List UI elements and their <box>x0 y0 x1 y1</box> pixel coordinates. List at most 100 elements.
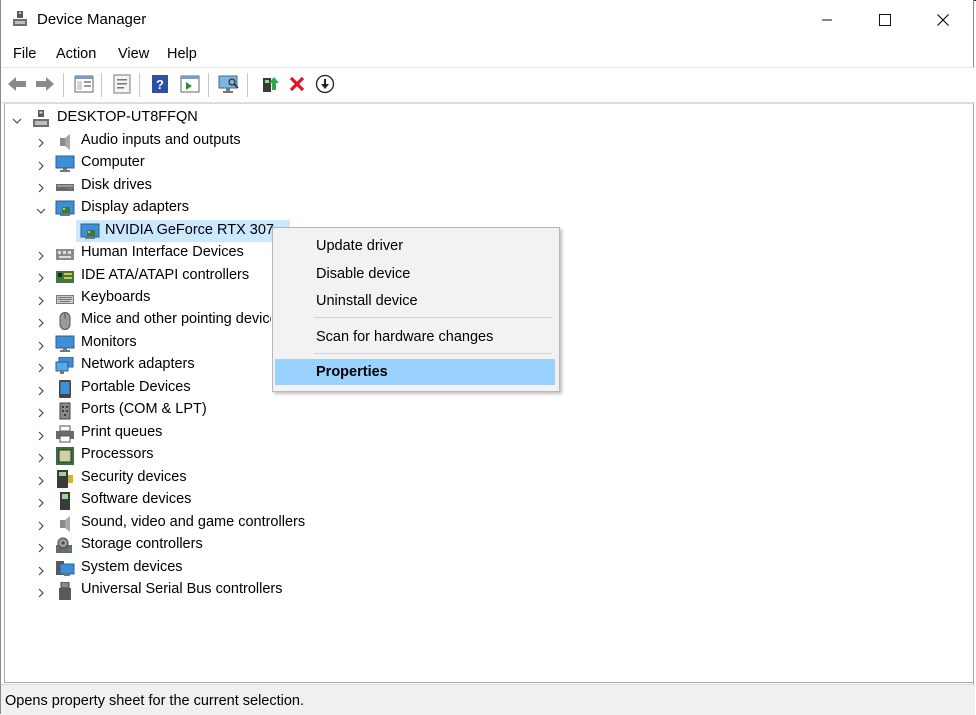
chevron-right-icon[interactable] <box>36 453 46 463</box>
context-menu-separator <box>314 353 552 354</box>
chevron-right-icon[interactable] <box>36 251 46 261</box>
toolbar-separator <box>101 73 102 97</box>
speaker-icon <box>60 516 70 532</box>
tree-item-usb-controllers[interactable]: Universal Serial Bus controllers <box>81 581 282 597</box>
svg-text:?: ? <box>156 77 164 92</box>
minimize-icon <box>822 19 832 21</box>
toolbar: ? <box>1 67 975 103</box>
tree-item-network-adapters[interactable]: Network adapters <box>81 356 195 372</box>
chevron-right-icon[interactable] <box>36 543 46 553</box>
computer-root-icon <box>33 110 49 127</box>
back-button[interactable] <box>6 73 28 95</box>
context-item-label: Disable device <box>316 266 411 282</box>
tree-item-sound-video[interactable]: Sound, video and game controllers <box>81 514 305 530</box>
chevron-right-icon[interactable] <box>36 386 46 396</box>
chevron-right-icon[interactable] <box>36 566 46 576</box>
help-button[interactable]: ? <box>149 73 171 95</box>
chevron-right-icon[interactable] <box>36 476 46 486</box>
chevron-right-icon[interactable] <box>36 521 46 531</box>
tree-item-computer[interactable]: Computer <box>81 154 145 170</box>
tree-item-disk-drives[interactable]: Disk drives <box>81 177 152 193</box>
disk-drive-icon <box>56 184 74 191</box>
tree-item-processors[interactable]: Processors <box>81 446 154 462</box>
chevron-right-icon[interactable] <box>36 138 46 148</box>
tree-item-monitors[interactable]: Monitors <box>81 334 137 350</box>
menu-action[interactable]: Action <box>56 46 96 62</box>
context-item-label: Properties <box>316 364 388 380</box>
menu-file[interactable]: File <box>13 46 36 62</box>
chevron-right-icon[interactable] <box>36 161 46 171</box>
window-title: Device Manager <box>37 11 147 28</box>
tree-item-software-devices[interactable]: Software devices <box>81 491 191 507</box>
tree-item-storage-controllers[interactable]: Storage controllers <box>81 536 203 552</box>
menu-view[interactable]: View <box>118 46 149 62</box>
update-driver-button[interactable] <box>259 73 281 95</box>
show-hide-console-tree-button[interactable] <box>73 73 95 95</box>
context-item-disable-device[interactable]: Disable device <box>275 261 555 287</box>
device-manager-icon <box>13 11 27 26</box>
hid-icon <box>56 249 74 260</box>
device-manager-window: Device Manager File Action View Help ? D… <box>0 0 975 715</box>
tree-item-nvidia-gpu[interactable]: NVIDIA GeForce RTX 3070 Ti <box>105 222 275 238</box>
chevron-right-icon[interactable] <box>36 363 46 373</box>
action-pane-button[interactable] <box>179 73 201 95</box>
download-circle-icon <box>315 74 335 94</box>
device-tree[interactable]: DESKTOP-UT8FFQN Audio inputs and outputs… <box>4 103 974 683</box>
chevron-down-icon[interactable] <box>36 206 46 216</box>
tree-item-display-adapters[interactable]: Display adapters <box>81 199 189 215</box>
scan-monitor-icon <box>218 75 239 93</box>
update-driver-icon <box>263 77 279 92</box>
chevron-down-icon[interactable] <box>12 116 22 126</box>
tree-item-keyboards[interactable]: Keyboards <box>81 289 150 305</box>
monitor-icon <box>55 155 75 172</box>
scan-hardware-button[interactable] <box>218 73 240 95</box>
tree-item-security-devices[interactable]: Security devices <box>81 469 187 485</box>
context-item-label: Uninstall device <box>316 293 418 309</box>
toolbar-separator <box>139 73 140 97</box>
menu-help[interactable]: Help <box>167 46 197 62</box>
chevron-right-icon[interactable] <box>36 588 46 598</box>
maximize-icon <box>879 14 891 26</box>
software-device-icon <box>60 492 70 510</box>
tree-root-label[interactable]: DESKTOP-UT8FFQN <box>57 109 198 125</box>
chevron-right-icon[interactable] <box>36 498 46 508</box>
tree-item-portable-devices[interactable]: Portable Devices <box>81 379 191 395</box>
maximize-button[interactable] <box>856 2 914 38</box>
tree-item-system-devices[interactable]: System devices <box>81 559 183 575</box>
tree-item-mice[interactable]: Mice and other pointing devices <box>81 311 271 327</box>
forward-arrow-icon <box>36 77 54 91</box>
context-item-uninstall-device[interactable]: Uninstall device <box>275 288 555 314</box>
speaker-icon <box>60 134 70 150</box>
enable-device-button[interactable] <box>314 73 336 95</box>
chevron-right-icon[interactable] <box>36 273 46 283</box>
tree-item-ide[interactable]: IDE ATA/ATAPI controllers <box>81 267 249 283</box>
tree-item-hid[interactable]: Human Interface Devices <box>81 244 244 260</box>
monitor-icon <box>55 335 75 352</box>
forward-button[interactable] <box>34 73 56 95</box>
menu-bar: File Action View Help <box>1 40 975 66</box>
security-device-icon <box>57 470 73 488</box>
chevron-right-icon[interactable] <box>36 296 46 306</box>
toolbar-separator <box>247 73 248 97</box>
properties-toolbar-button[interactable] <box>111 73 133 95</box>
storage-controller-icon <box>56 537 72 553</box>
printer-icon <box>56 425 74 443</box>
port-icon <box>59 402 71 420</box>
context-item-update-driver[interactable]: Update driver <box>275 233 555 259</box>
display-adapter-icon <box>55 200 75 216</box>
minimize-button[interactable] <box>798 2 856 38</box>
tree-item-print-queues[interactable]: Print queues <box>81 424 162 440</box>
tree-item-ports[interactable]: Ports (COM & LPT) <box>81 401 207 417</box>
uninstall-device-button[interactable] <box>286 73 308 95</box>
tree-item-audio[interactable]: Audio inputs and outputs <box>81 132 241 148</box>
chevron-right-icon[interactable] <box>36 341 46 351</box>
chevron-right-icon[interactable] <box>36 318 46 328</box>
chevron-right-icon[interactable] <box>36 183 46 193</box>
chevron-right-icon[interactable] <box>36 408 46 418</box>
context-item-scan-hardware[interactable]: Scan for hardware changes <box>275 324 555 350</box>
close-icon <box>937 14 949 26</box>
chevron-right-icon[interactable] <box>36 431 46 441</box>
context-item-label: Update driver <box>316 238 404 254</box>
context-item-properties[interactable]: Properties <box>275 359 555 385</box>
close-button[interactable] <box>914 2 972 38</box>
